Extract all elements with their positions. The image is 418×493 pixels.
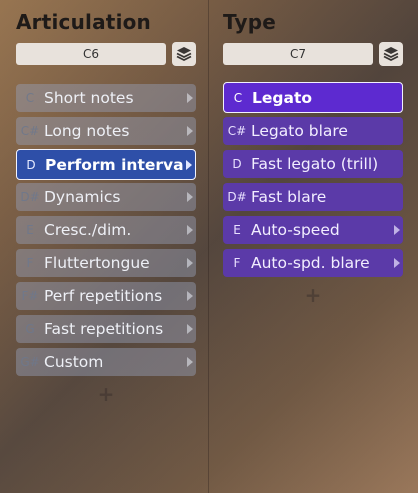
item-label: Fast legato (trill)	[251, 155, 379, 173]
type-item-fast-legato-trill[interactable]: D Fast legato (trill)	[223, 150, 403, 178]
articulation-item-perform-interval[interactable]: D Perform interval	[16, 149, 196, 180]
item-label: Auto-speed	[251, 221, 340, 239]
add-type-button[interactable]: +	[303, 285, 323, 305]
articulation-item-long-notes[interactable]: C# Long notes	[16, 117, 196, 145]
item-label: Legato blare	[251, 122, 348, 140]
item-label: Auto-spd. blare	[251, 254, 370, 272]
type-item-fast-blare[interactable]: D# Fast blare	[223, 183, 403, 211]
item-label: Fluttertongue	[44, 254, 150, 272]
chevron-right-icon[interactable]	[184, 192, 196, 202]
note-label: C	[233, 90, 243, 105]
chevron-right-icon[interactable]	[184, 126, 196, 136]
chevron-right-icon[interactable]	[184, 93, 196, 103]
item-label: Fast repetitions	[44, 320, 164, 338]
note-label: C#	[20, 124, 40, 138]
note-label: D	[232, 157, 242, 171]
chevron-right-icon[interactable]	[184, 258, 196, 268]
layers-icon	[383, 47, 399, 62]
chevron-right-icon[interactable]	[184, 324, 196, 334]
articulation-key-field[interactable]: C6	[16, 43, 166, 65]
type-item-legato-blare[interactable]: C# Legato blare	[223, 117, 403, 145]
item-label: Custom	[44, 353, 104, 371]
note-label: C	[25, 91, 35, 105]
articulation-item-fluttertongue[interactable]: F Fluttertongue	[16, 249, 196, 277]
type-layers-button[interactable]	[379, 42, 403, 66]
note-label: E	[26, 223, 34, 237]
note-label: D	[26, 157, 36, 172]
item-label: Perf repetitions	[44, 287, 163, 305]
note-label: G#	[20, 355, 40, 369]
articulation-key-row: C6	[16, 42, 196, 66]
note-label: D#	[227, 190, 247, 204]
articulation-title: Articulation	[16, 10, 151, 34]
item-label: Long notes	[44, 122, 130, 140]
chevron-right-icon[interactable]	[184, 357, 196, 367]
type-item-legato[interactable]: C Legato	[223, 82, 403, 113]
keyswitch-panel	[0, 0, 418, 493]
chevron-right-icon[interactable]	[183, 159, 195, 170]
add-articulation-button[interactable]: +	[96, 384, 116, 404]
type-item-auto-speed[interactable]: E Auto-speed	[223, 216, 403, 244]
chevron-right-icon[interactable]	[184, 291, 196, 301]
layers-icon	[176, 47, 192, 62]
item-label: Cresc./dim.	[44, 221, 132, 239]
item-label: Fast blare	[251, 188, 327, 206]
articulation-item-custom[interactable]: G# Custom	[16, 348, 196, 376]
note-label: G	[25, 322, 35, 336]
item-label: Legato	[252, 88, 313, 107]
note-label: F	[26, 256, 34, 270]
articulation-item-cresc-dim[interactable]: E Cresc./dim.	[16, 216, 196, 244]
type-item-auto-spd-blare[interactable]: F Auto-spd. blare	[223, 249, 403, 277]
note-label: D#	[20, 190, 40, 204]
note-label: F#	[21, 289, 39, 303]
item-label: Short notes	[44, 89, 134, 107]
note-label: C#	[227, 124, 247, 138]
item-label: Perform interval	[45, 155, 183, 174]
note-label: F	[233, 256, 241, 270]
type-title: Type	[223, 10, 276, 34]
note-label: E	[233, 223, 241, 237]
articulation-item-perf-repetitions[interactable]: F# Perf repetitions	[16, 282, 196, 310]
articulation-layers-button[interactable]	[172, 42, 196, 66]
articulation-item-short-notes[interactable]: C Short notes	[16, 84, 196, 112]
articulation-item-fast-repetitions[interactable]: G Fast repetitions	[16, 315, 196, 343]
type-key-row: C7	[223, 42, 403, 66]
articulation-item-dynamics[interactable]: D# Dynamics	[16, 183, 196, 211]
chevron-right-icon[interactable]	[184, 225, 196, 235]
item-label: Dynamics	[44, 188, 121, 206]
type-key-field[interactable]: C7	[223, 43, 373, 65]
column-divider	[208, 0, 209, 493]
chevron-right-icon[interactable]	[391, 258, 403, 268]
chevron-right-icon[interactable]	[391, 225, 403, 235]
